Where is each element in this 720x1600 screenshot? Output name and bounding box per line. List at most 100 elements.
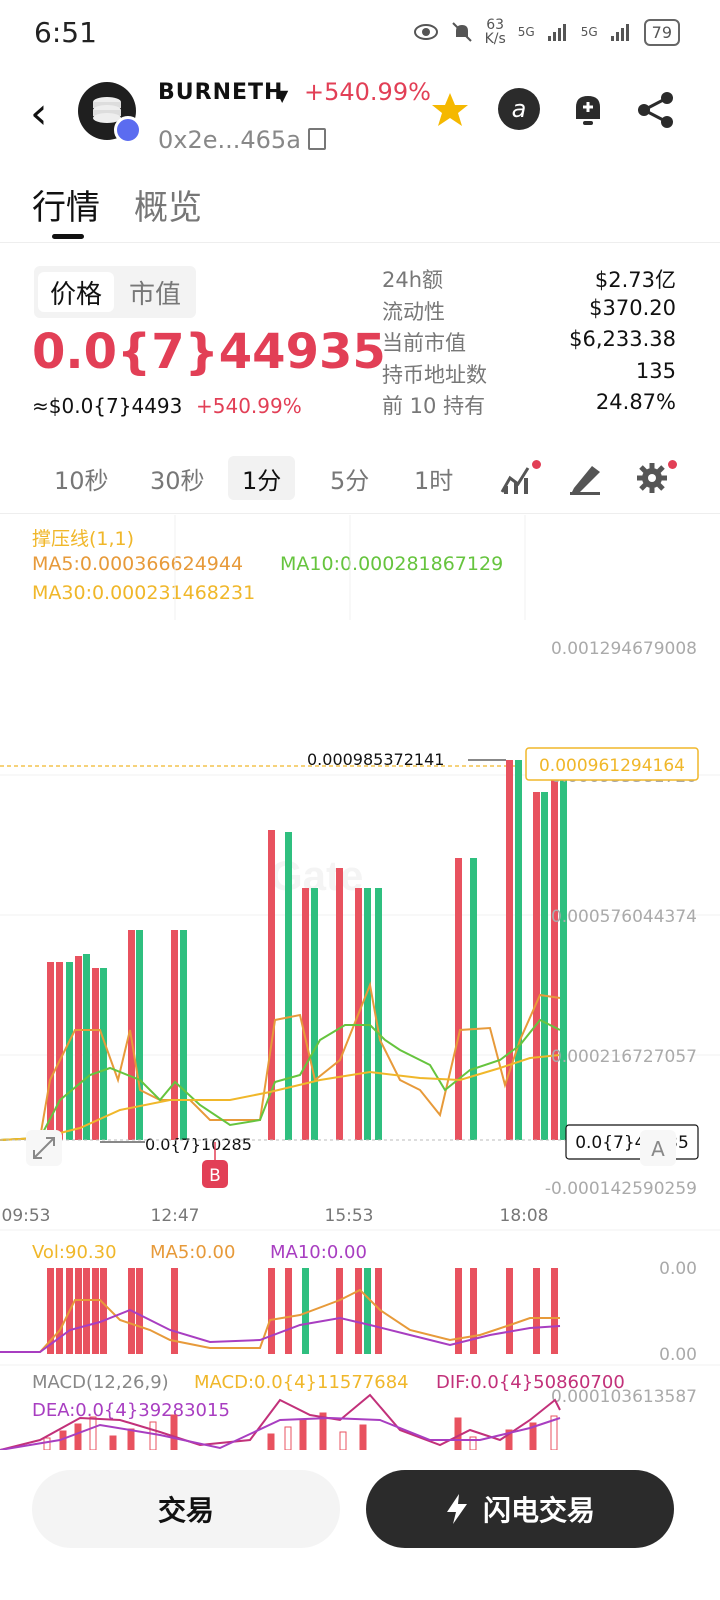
trade-button[interactable]: 交易 [32,1470,340,1548]
signal-1: 5G [517,25,535,39]
candle [100,968,107,1140]
divider [0,513,720,514]
candle [506,760,513,1140]
macd-value: MACD:0.0{4}11577684 [194,1372,409,1393]
timeframe-30s[interactable]: 30秒 [136,456,219,500]
candle [171,930,178,1140]
candle [515,760,522,1140]
alpha-icon[interactable]: a [498,88,540,130]
dropdown-caret-icon[interactable]: ▼ [276,86,288,105]
volume-bar [100,1268,107,1354]
stat-label: 24h额 [382,268,444,292]
price-chart[interactable]: Gate 0.001294679008 0.000935381720 0.000… [0,515,720,1450]
battery-icon: 79 [643,18,680,46]
candle [136,930,143,1140]
toggle-market-cap[interactable]: 市值 [118,272,192,312]
net-speed: 63 K/s [484,17,506,47]
status-icons: 63 K/s 5G 5G 79 [413,18,680,46]
stat-row-holders: 持币地址数 135 [382,359,676,389]
macd-bar [127,1428,135,1450]
eye-icon [413,24,438,40]
share-icon[interactable] [634,88,678,132]
macd-bar [267,1433,275,1450]
macd-bar [299,1419,307,1450]
volume-bar [285,1268,292,1354]
candle [533,792,540,1140]
copy-icon[interactable] [308,128,326,150]
stat-row-market-cap: 当前市值 $6,233.38 [382,327,676,357]
macd-bar [74,1423,82,1450]
candle [56,962,63,1140]
candle [75,956,82,1140]
usd-price: ≈$0.0{7}4493 [32,394,183,418]
x-tick: 09:53 [2,1206,51,1226]
toggle-price[interactable]: 价格 [38,272,114,312]
volume-bars [47,1268,558,1354]
macd-bar [339,1431,347,1450]
volume-bar [75,1268,82,1354]
x-tick: 18:08 [500,1206,549,1226]
coin-name[interactable]: BURNETH [158,80,283,105]
high-price-label: 0.000985372141 [307,750,444,769]
candle [551,776,558,1140]
vol-ma5-label: MA5:0.00 [150,1242,235,1263]
indicator-chart-icon[interactable] [498,458,541,498]
candle [311,888,318,1140]
timeframe-1h[interactable]: 1时 [400,456,467,500]
fullscreen-expand-icon[interactable] [26,1130,62,1166]
volume-bar [506,1268,513,1354]
stat-label: 前 10 持有 [382,394,486,418]
stat-value: $2.73亿 [594,268,676,292]
candle [455,858,462,1140]
vol-label: Vol:90.30 [32,1242,117,1263]
buy-marker-label: B [209,1166,221,1186]
signal-bars-icon-2 [610,24,629,41]
volume-bar [533,1268,540,1354]
candle [336,868,343,1140]
stat-row-top10: 前 10 持有 24.87% [382,390,676,420]
candle [560,776,567,1140]
volume-bar [470,1268,477,1354]
stat-row-liquidity: 流动性 $370.20 [382,296,676,326]
macd-bar [170,1414,178,1450]
candle [180,930,187,1140]
timeframe-1m[interactable]: 1分 [228,456,296,500]
current-price: 0.0{7}44935 [32,324,386,380]
y-tick: 0.000576044374 [551,907,697,927]
signal-2: 5G [580,25,598,39]
volume-bar [268,1268,275,1354]
auto-scale-icon[interactable]: A [640,1130,676,1166]
chart-settings-gear-icon[interactable] [634,458,677,498]
bottom-action-bar: 交易 闪电交易 [0,1450,720,1600]
notification-dot [668,460,677,469]
flash-trade-label: 闪电交易 [482,1494,595,1527]
candle [364,888,371,1140]
macd-bar [149,1421,157,1450]
coin-change: +540.99% [304,78,431,106]
timeframe-5m[interactable]: 5分 [316,456,383,500]
volume-bar [364,1268,371,1354]
volume-bar [551,1268,558,1354]
favorite-star-icon[interactable] [428,88,472,132]
coin-header: ‹ BURNETH ▼ +540.99% 0x2e...465a a [0,70,720,170]
trade-button-label: 交易 [157,1494,214,1527]
macd-bar [43,1437,51,1450]
vol-y-tick: 0.00 [659,1345,697,1365]
tab-overview[interactable]: 概览 [134,180,202,229]
price-mcap-toggle: 价格 市值 [34,266,196,318]
timeframe-10s[interactable]: 10秒 [40,456,123,500]
vol-y-tick: 0.00 [659,1259,697,1279]
flash-trade-button[interactable]: 闪电交易 [366,1470,674,1548]
low-price-label: 0.0{7}10285 [145,1135,252,1154]
usd-change: +540.99% [196,394,302,418]
candle [66,962,73,1140]
stat-label: 流动性 [382,300,445,324]
price-alert-bell-icon[interactable] [566,88,610,132]
macd-bar [469,1436,477,1450]
tab-market[interactable]: 行情 [32,180,100,229]
draw-tool-icon[interactable] [566,458,606,498]
stat-value: $6,233.38 [569,327,676,351]
volume-bar [83,1268,90,1354]
stat-value: 24.87% [595,390,676,414]
back-icon[interactable]: ‹ [30,92,48,136]
